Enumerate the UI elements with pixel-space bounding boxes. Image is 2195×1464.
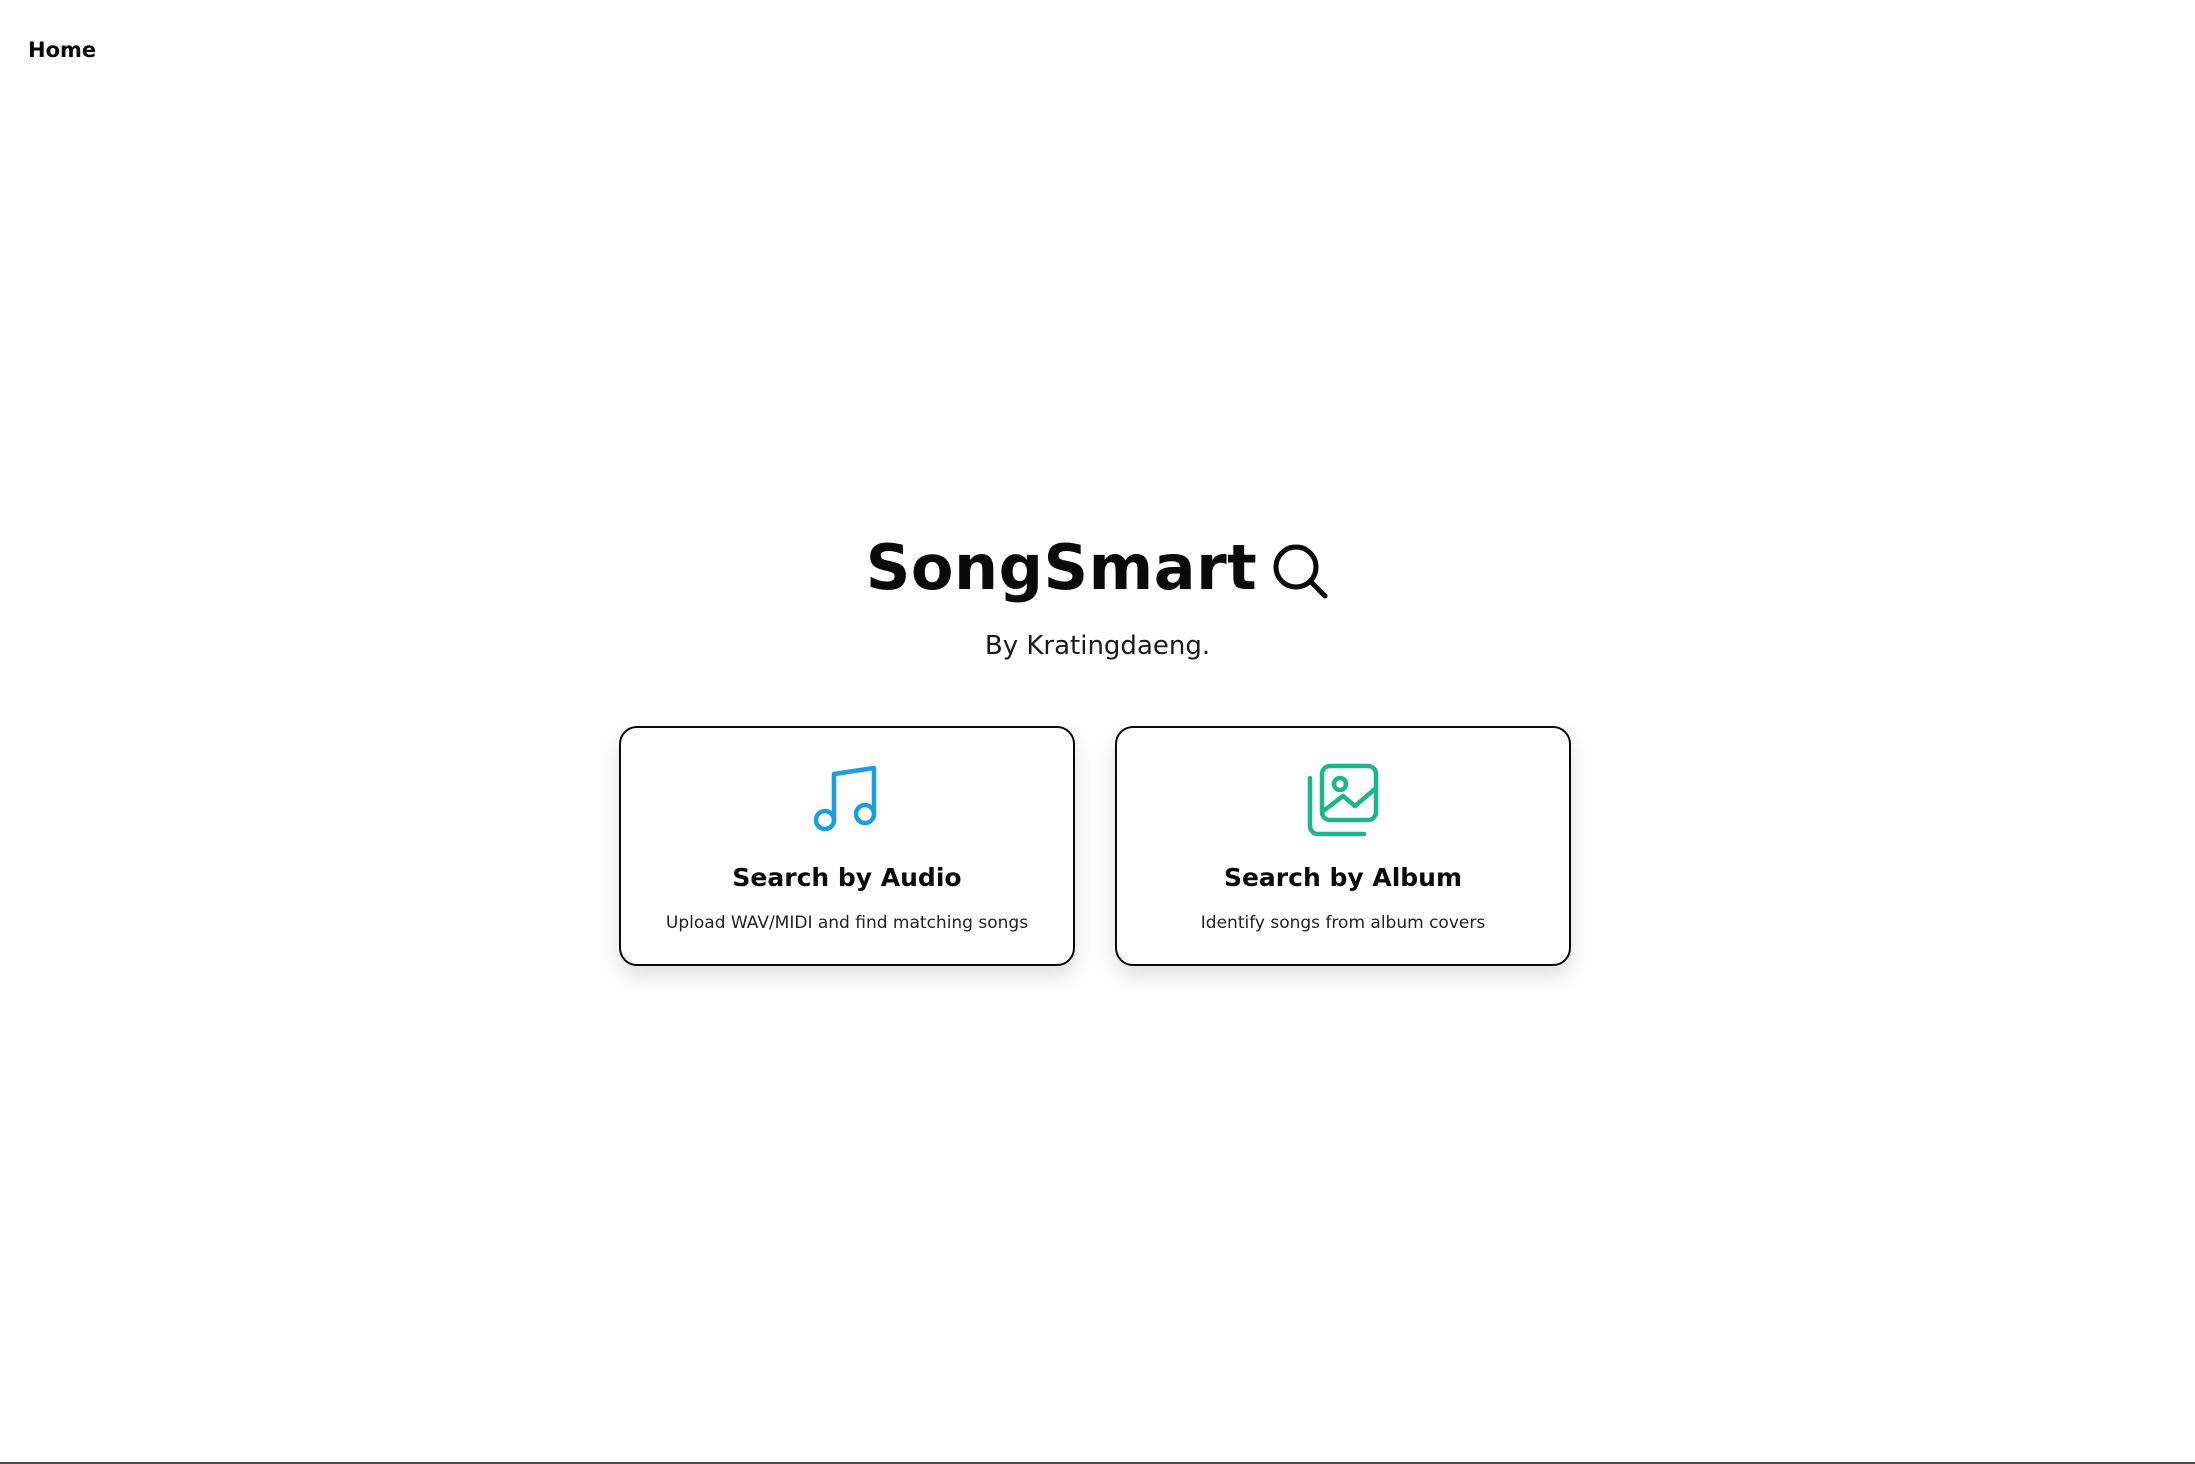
search-by-album-card[interactable]: Search by Album Identify songs from albu… bbox=[1115, 726, 1571, 966]
card-description: Upload WAV/MIDI and find matching songs bbox=[665, 913, 1029, 933]
hero: SongSmart By Kratingdaeng. bbox=[0, 520, 2195, 666]
image-gallery-icon bbox=[1305, 762, 1381, 838]
card-title: Search by Audio bbox=[732, 863, 962, 892]
top-nav: Home bbox=[28, 34, 96, 66]
search-by-audio-card[interactable]: Search by Audio Upload WAV/MIDI and find… bbox=[619, 726, 1075, 966]
page-subtitle: By Kratingdaeng. bbox=[984, 631, 1211, 661]
search-icon bbox=[1271, 542, 1329, 600]
title-row: SongSmart bbox=[866, 520, 1330, 616]
music-note-icon bbox=[809, 762, 885, 838]
nav-home-link[interactable]: Home bbox=[28, 38, 96, 62]
page: Home SongSmart By Kratingdaeng. Search b… bbox=[0, 0, 2195, 1464]
search-options: Search by Audio Upload WAV/MIDI and find… bbox=[619, 726, 1571, 966]
page-title: SongSmart bbox=[865, 531, 1258, 604]
card-description: Identify songs from album covers bbox=[1200, 913, 1486, 933]
card-title: Search by Album bbox=[1223, 863, 1463, 892]
